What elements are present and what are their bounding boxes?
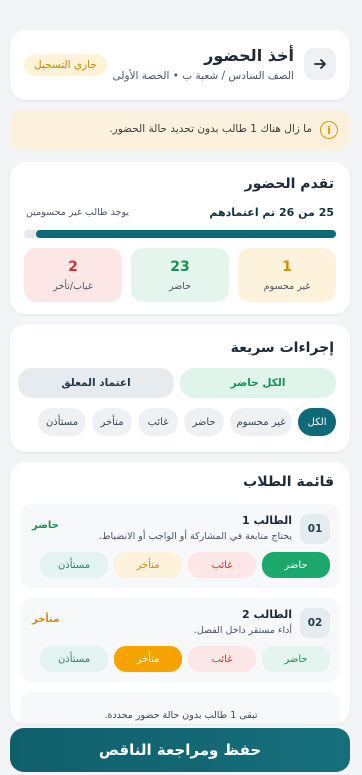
student-number: 02 — [300, 608, 330, 638]
filter-chip-unmarked[interactable]: غير محسوم — [230, 408, 292, 436]
progress-bar — [24, 230, 336, 238]
filter-chip-excused[interactable]: مستأذن — [38, 408, 86, 436]
student-note: أداء مستقر داخل الفصل. — [193, 625, 292, 636]
back-button[interactable] — [304, 48, 336, 80]
stat-unmarked: 1 غير محسوم — [238, 248, 336, 302]
stat-absent-late-value: 2 — [68, 258, 78, 275]
stat-present: 23 حاضر — [131, 248, 229, 302]
student-name: الطالب 1 — [241, 514, 292, 527]
progress-bar-fill — [36, 230, 336, 238]
late-option[interactable]: متأخر — [114, 552, 182, 578]
student-row: 01 الطالب 1 يحتاج متابعة في المشاركة أو … — [20, 504, 340, 588]
arrow-right-icon — [314, 59, 326, 69]
progress-card: تقدم الحضور 25 من 26 تم اعتمادهم يوجد طا… — [10, 162, 350, 314]
progress-summary: 25 من 26 تم اعتمادهم — [209, 206, 334, 219]
student-note: يحتاج متابعة في المشاركة أو الواجب أو ال… — [98, 531, 292, 542]
mark-all-present-button[interactable]: الكل حاضر — [180, 368, 336, 398]
student-number: 01 — [300, 514, 330, 544]
stat-unmarked-value: 1 — [282, 258, 292, 275]
attendance-screen: أخذ الحضور الصف السادس / شعبة ب • الحصة … — [0, 0, 362, 775]
unmarked-note: يوجد طالب غير محسومين — [26, 207, 130, 218]
absent-option[interactable]: غائب — [188, 552, 256, 578]
approve-pending-button[interactable]: اعتماد المعلق — [18, 368, 174, 398]
stat-absent-late: 2 غياب/تأخر — [24, 248, 122, 302]
filter-chip-present[interactable]: حاضر — [184, 408, 224, 436]
student-list-card: قائمة الطلاب 01 الطالب 1 يحتاج متابعة في… — [10, 462, 350, 724]
remaining-note: تبقى 1 طالب بدون حالة حضور محددة. — [104, 710, 258, 721]
status-badge: جاري التسجيل — [24, 54, 107, 76]
student-row: 02 الطالب 2 أداء مستقر داخل الفصل. متأخر… — [20, 598, 340, 682]
stat-absent-late-label: غياب/تأخر — [53, 280, 93, 292]
student-status-label: متأخر — [32, 614, 60, 625]
stat-present-label: حاضر — [168, 280, 192, 292]
excused-option[interactable]: مستأذن — [40, 552, 108, 578]
late-option[interactable]: متأخر — [114, 646, 182, 672]
warning-text: ما زال هناك 1 طالب بدون تحديد حالة الحضو… — [109, 123, 312, 135]
filter-chip-all[interactable]: الكل — [298, 408, 336, 436]
page-title: أخذ الحضور — [204, 46, 294, 65]
warning-banner: i ما زال هناك 1 طالب بدون تحديد حالة الح… — [10, 110, 350, 150]
student-name: الطالب 2 — [241, 608, 292, 621]
absent-option[interactable]: غائب — [188, 646, 256, 672]
quick-actions-card: إجراءات سريعة الكل حاضر اعتماد المعلق ال… — [10, 324, 350, 452]
progress-title: تقدم الحضور — [244, 176, 334, 192]
class-subtitle: الصف السادس / شعبة ب • الحصة الأولى — [112, 70, 294, 82]
present-option[interactable]: حاضر — [262, 646, 330, 672]
quick-actions-title: إجراءات سريعة — [230, 340, 334, 356]
student-list-title: قائمة الطلاب — [243, 474, 334, 490]
save-review-button[interactable]: حفظ ومراجعة الناقص — [10, 728, 350, 772]
student-status-label: حاضر — [32, 520, 59, 531]
stat-present-value: 23 — [170, 258, 190, 275]
filter-chip-late[interactable]: متأخر — [92, 408, 132, 436]
present-option[interactable]: حاضر — [262, 552, 330, 578]
header-card: أخذ الحضور الصف السادس / شعبة ب • الحصة … — [10, 30, 350, 100]
info-icon: i — [320, 121, 338, 139]
filter-chip-absent[interactable]: غائب — [138, 408, 178, 436]
excused-option[interactable]: مستأذن — [40, 646, 108, 672]
stat-unmarked-label: غير محسوم — [263, 280, 311, 292]
